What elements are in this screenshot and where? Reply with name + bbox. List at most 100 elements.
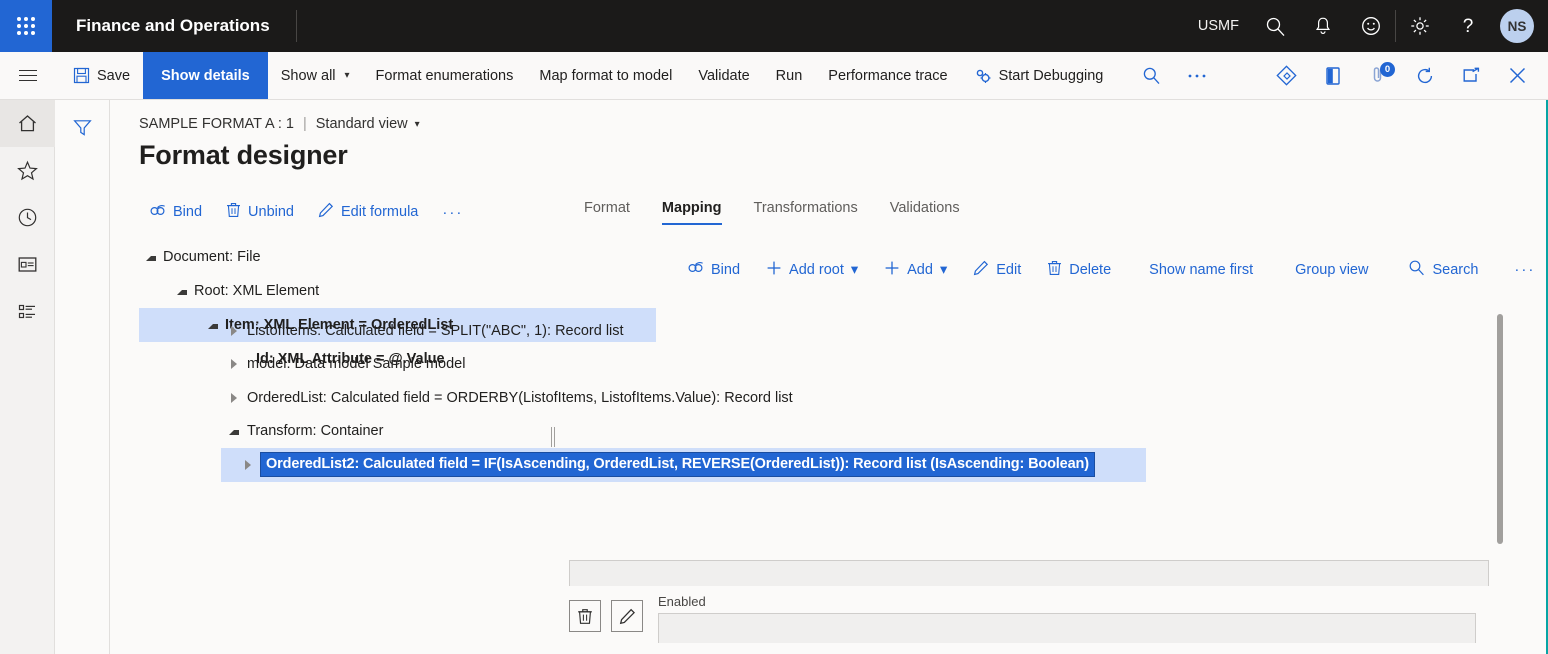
data-row-orderedlist2-label: OrderedList2: Calculated field = IF(IsAs… <box>260 452 1095 478</box>
sidebar-item-modules[interactable] <box>0 288 55 335</box>
expand-toggle-icon[interactable] <box>139 255 163 261</box>
share-diamond-icon[interactable] <box>1264 52 1310 99</box>
pencil-icon <box>973 260 989 280</box>
group-view-button[interactable]: Group view <box>1283 257 1380 283</box>
expand-toggle-icon[interactable] <box>170 289 194 295</box>
tab-mapping[interactable]: Mapping <box>646 194 738 225</box>
mapping-overflow-menu-button[interactable]: ··· <box>1502 256 1547 283</box>
help-question-icon[interactable]: ? <box>1444 0 1492 52</box>
close-icon[interactable] <box>1494 52 1540 99</box>
workspace-icon <box>18 257 37 272</box>
feedback-smiley-icon[interactable] <box>1347 0 1395 52</box>
start-debugging-label: Start Debugging <box>998 67 1104 84</box>
expand-toggle-icon[interactable] <box>221 429 247 435</box>
start-debugging-button[interactable]: Start Debugging <box>961 52 1117 99</box>
mapping-toolbar: Bind Add root ▾ Add ▾ Edit Delete Show n… <box>675 254 1547 285</box>
data-sources-tree: ListofItems: Calculated field = SPLIT("A… <box>221 314 1146 538</box>
tree-node-root-label: Root: XML Element <box>194 283 320 299</box>
pencil-icon <box>318 202 334 222</box>
delete-label: Delete <box>1069 261 1112 278</box>
link-icon <box>149 203 166 222</box>
show-details-button[interactable]: Show details <box>143 52 268 99</box>
data-row-orderedlist[interactable]: OrderedList: Calculated field = ORDERBY(… <box>221 381 1146 415</box>
sidebar-item-workspaces[interactable] <box>0 241 55 288</box>
add-root-button[interactable]: Add root ▾ <box>754 255 870 285</box>
navigation-menu-button[interactable] <box>0 52 55 99</box>
data-row-orderedlist2[interactable]: OrderedList2: Calculated field = IF(IsAs… <box>221 448 1146 482</box>
tab-format[interactable]: Format <box>568 194 646 225</box>
trash-icon <box>1047 260 1062 280</box>
delete-button[interactable]: Delete <box>1035 255 1123 285</box>
overflow-menu-icon[interactable] <box>1174 52 1220 99</box>
notifications-bell-icon[interactable] <box>1299 0 1347 52</box>
avatar[interactable]: NS <box>1500 9 1534 43</box>
data-tree-scrollbar[interactable] <box>1494 308 1506 550</box>
popout-icon[interactable] <box>1448 52 1494 99</box>
company-selector[interactable]: USMF <box>1186 0 1251 52</box>
tree-node-document-label: Document: File <box>163 249 261 265</box>
save-button[interactable]: Save <box>55 52 143 99</box>
breadcrumb: SAMPLE FORMAT A : 1 | Standard view ▾ <box>139 116 420 132</box>
add-root-label: Add root <box>789 261 844 278</box>
format-overflow-menu-button[interactable]: ··· <box>432 199 473 226</box>
performance-trace-button[interactable]: Performance trace <box>815 52 960 99</box>
edit-button[interactable]: Edit <box>961 255 1033 285</box>
edit-label: Edit <box>996 261 1022 278</box>
tab-validations[interactable]: Validations <box>874 194 976 225</box>
format-enumerations-button[interactable]: Format enumerations <box>363 52 527 99</box>
show-name-first-button[interactable]: Show name first <box>1137 257 1265 283</box>
save-icon <box>73 67 90 84</box>
scrollbar-thumb[interactable] <box>1497 314 1503 544</box>
refresh-icon[interactable] <box>1402 52 1448 99</box>
view-selector-label: Standard view <box>315 116 408 132</box>
search-icon[interactable] <box>1128 52 1174 99</box>
tab-transformations-label: Transformations <box>753 200 858 216</box>
formula-display-field[interactable] <box>569 560 1489 586</box>
search-icon[interactable] <box>1251 0 1299 52</box>
show-details-label: Show details <box>161 67 250 84</box>
sidebar-item-favorites[interactable] <box>0 147 55 194</box>
unbind-button[interactable]: Unbind <box>216 197 304 227</box>
data-row-model-label: model: Data model Sample model <box>247 356 466 373</box>
expand-toggle-icon[interactable] <box>221 392 247 403</box>
validate-button[interactable]: Validate <box>685 52 762 99</box>
edit-row-button[interactable] <box>611 600 643 632</box>
office-app-icon[interactable] <box>1310 52 1356 99</box>
enabled-field-block: Enabled <box>658 594 1488 643</box>
sidebar-item-recent[interactable] <box>0 194 55 241</box>
pencil-icon <box>619 608 635 624</box>
filter-button[interactable] <box>64 110 102 144</box>
group-view-label: Group view <box>1295 261 1369 278</box>
app-launcher-button[interactable] <box>0 0 52 52</box>
bind-button[interactable]: Bind <box>675 255 752 284</box>
add-button[interactable]: Add ▾ <box>872 255 959 285</box>
view-selector[interactable]: Standard view ▾ <box>316 116 420 132</box>
chevron-down-icon: ▾ <box>939 261 948 278</box>
search-button[interactable]: Search <box>1396 254 1490 285</box>
delete-row-button[interactable] <box>569 600 601 632</box>
sidebar-item-home[interactable] <box>0 100 55 147</box>
plus-icon <box>884 260 900 280</box>
expand-toggle-icon[interactable] <box>221 325 247 336</box>
expand-toggle-icon[interactable] <box>235 459 261 470</box>
format-tools-toolbar: Bind Unbind Edit formula ··· <box>139 197 473 227</box>
show-all-button[interactable]: Show all ▾ <box>268 52 363 99</box>
tab-format-label: Format <box>584 200 630 216</box>
data-row-listofitems-label: ListofItems: Calculated field = SPLIT("A… <box>247 322 624 339</box>
top-navigation-bar: Finance and Operations USMF ? NS <box>0 0 1548 52</box>
data-row-listofitems[interactable]: ListofItems: Calculated field = SPLIT("A… <box>221 314 1146 348</box>
data-row-transform[interactable]: Transform: Container <box>221 415 1146 449</box>
tab-transformations[interactable]: Transformations <box>738 194 874 225</box>
map-format-to-model-button[interactable]: Map format to model <box>526 52 685 99</box>
waffle-icon <box>17 17 35 35</box>
edit-formula-button[interactable]: Edit formula <box>308 197 428 227</box>
settings-gear-icon[interactable] <box>1396 0 1444 52</box>
performance-trace-label: Performance trace <box>828 67 948 84</box>
run-button[interactable]: Run <box>763 52 816 99</box>
bind-button[interactable]: Bind <box>139 198 212 227</box>
expand-toggle-icon[interactable] <box>221 359 247 370</box>
enabled-input[interactable] <box>658 613 1476 643</box>
chevron-down-icon: ▾ <box>344 70 350 81</box>
data-row-model[interactable]: model: Data model Sample model <box>221 348 1146 382</box>
attachments-icon[interactable]: 0 <box>1356 52 1402 99</box>
